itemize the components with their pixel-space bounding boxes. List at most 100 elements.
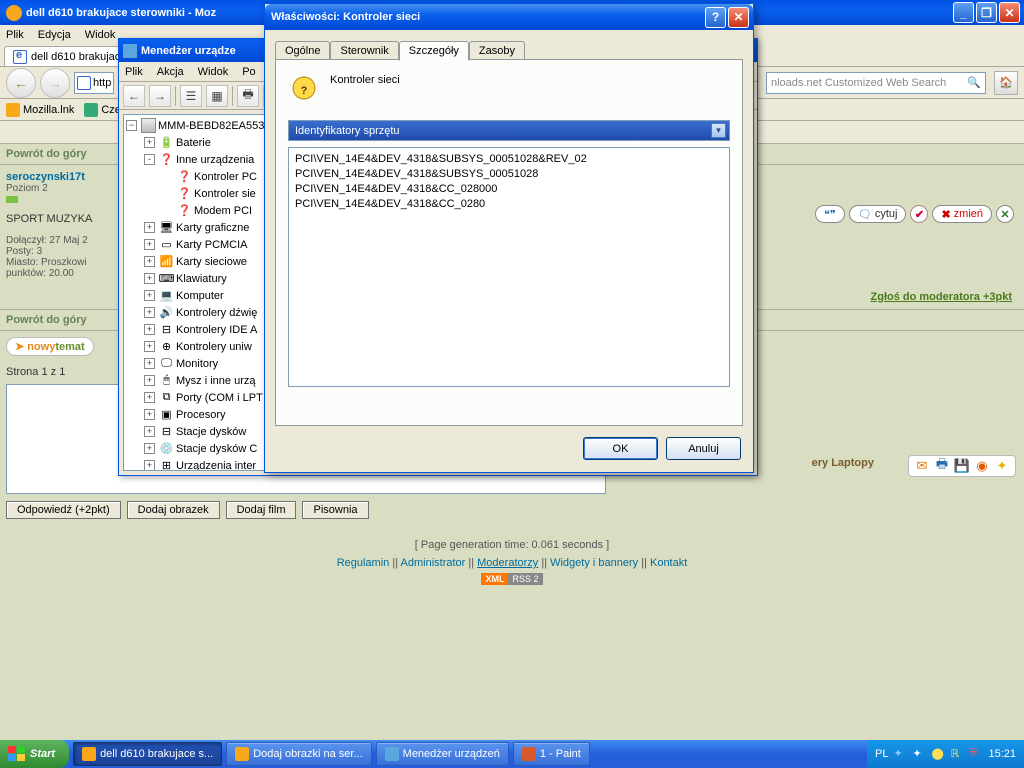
xml-badge[interactable]: XML [481, 573, 508, 585]
expander-icon[interactable]: + [144, 273, 155, 284]
expander-icon[interactable]: + [144, 460, 155, 471]
footer-link[interactable]: Kontakt [650, 557, 687, 569]
taskbar-item[interactable]: dell d610 brakujace s... [73, 742, 222, 766]
tray-icon[interactable]: ⬤ [931, 747, 945, 761]
lang-indicator[interactable]: PL [875, 748, 888, 760]
footer-link[interactable]: Widgety i bannery [550, 557, 638, 569]
dot-icon[interactable]: ◉ [973, 458, 991, 474]
windows-flag-icon [8, 746, 26, 762]
menu-file[interactable]: Plik [6, 29, 24, 41]
taskbar-item[interactable]: 1 - Paint [513, 742, 590, 766]
edit-button[interactable]: ✖zmień [932, 205, 992, 223]
menu-po[interactable]: Po [242, 66, 255, 78]
collapse-icon[interactable]: − [126, 120, 137, 131]
expander-icon[interactable]: + [144, 137, 155, 148]
url-bar[interactable]: http [74, 72, 114, 94]
tray-icon[interactable]: ℝ [950, 747, 964, 761]
menu-file[interactable]: Plik [125, 66, 143, 78]
expander-icon[interactable]: + [144, 239, 155, 250]
delete-button[interactable]: ✕ [996, 205, 1014, 223]
rss-badge[interactable]: RSS 2 [508, 573, 542, 585]
tab-row: Ogólne Sterownik Szczegóły Zasoby [275, 40, 525, 60]
maximize-button[interactable]: ❐ [976, 2, 997, 23]
search-icon[interactable]: 🔍 [967, 76, 981, 89]
expander-icon[interactable]: + [144, 290, 155, 301]
firefox-icon [235, 747, 249, 761]
footer-link[interactable]: Regulamin [337, 557, 390, 569]
property-dropdown[interactable]: Identyfikatory sprzętu ▾ [288, 120, 730, 141]
tray-icon[interactable]: ⛨ [969, 747, 983, 761]
browser-tab[interactable]: dell d610 brakujace [4, 46, 135, 66]
tb-fwd[interactable]: → [149, 85, 171, 107]
tray-icon[interactable]: ✦ [912, 747, 926, 761]
menu-action[interactable]: Akcja [157, 66, 184, 78]
expander-icon[interactable]: - [144, 154, 155, 165]
tree-label: Kontrolery IDE A [176, 324, 257, 336]
expander-icon[interactable]: + [144, 375, 155, 386]
print-icon[interactable]: 🖶 [933, 458, 951, 474]
tb-print[interactable]: 🖶 [237, 85, 259, 107]
tb-view[interactable]: ☰ [180, 85, 202, 107]
check-button[interactable]: ✔ [910, 205, 928, 223]
expander-icon[interactable]: + [144, 256, 155, 267]
username[interactable]: seroczynski17t [6, 171, 133, 183]
minimize-button[interactable]: _ [953, 2, 974, 23]
forward-button[interactable]: → [40, 68, 70, 98]
cancel-button[interactable]: Anuluj [666, 437, 741, 460]
mail-icon[interactable]: ✉ [913, 458, 931, 474]
submit-reply-button[interactable]: Odpowiedź (+2pkt) [6, 501, 121, 519]
breadcrumb[interactable]: ery Laptopy [812, 457, 874, 469]
new-topic-button[interactable]: ➤ nowytemat [6, 337, 94, 356]
taskbar-item[interactable]: Menedżer urządzeń [376, 742, 509, 766]
tab-driver[interactable]: Sterownik [330, 41, 398, 61]
menu-view[interactable]: Widok [85, 29, 116, 41]
menu-edit[interactable]: Edycja [38, 29, 71, 41]
save-icon[interactable]: 💾 [953, 458, 971, 474]
home-button[interactable]: 🏠 [994, 71, 1018, 95]
hwid: PCI\VEN_14E4&DEV_4318&SUBSYS_00051028&RE… [295, 152, 723, 167]
expander-icon[interactable]: + [144, 324, 155, 335]
tree-label: Komputer [176, 290, 224, 302]
expander-icon[interactable]: + [144, 358, 155, 369]
spellcheck-button[interactable]: Pisownia [302, 501, 368, 519]
footer-link[interactable]: Administrator [401, 557, 466, 569]
footer-link[interactable]: Moderatorzy [477, 557, 538, 569]
quotes-icon-button[interactable]: ❝❞ [815, 205, 845, 223]
back-button[interactable]: ← [6, 68, 36, 98]
tab-general[interactable]: Ogólne [275, 41, 330, 61]
expander-icon[interactable]: + [144, 392, 155, 403]
user-joined: Dołączył: 27 Maj 2 [6, 235, 133, 246]
search-bar[interactable]: nloads.net Customized Web Search 🔍 [766, 72, 986, 94]
expander-icon[interactable]: + [144, 426, 155, 437]
report-link[interactable]: Zgłoś do moderatora +3pkt [871, 291, 1013, 303]
clock[interactable]: 15:21 [988, 748, 1016, 760]
device-icon: ❓ [177, 186, 192, 201]
help-button[interactable]: ? [705, 7, 726, 28]
ok-button[interactable]: OK [583, 437, 658, 460]
start-button[interactable]: Start [0, 740, 69, 768]
expander-icon[interactable]: + [144, 307, 155, 318]
quote-button[interactable]: 🗨cytuj [849, 205, 907, 223]
bookmark-mozilla[interactable]: Mozilla.lnk [6, 103, 74, 117]
close-button[interactable]: ✕ [728, 7, 749, 28]
menu-view[interactable]: Widok [198, 66, 229, 78]
taskbar-item[interactable]: Dodaj obrazki na ser... [226, 742, 371, 766]
bookmark-cze[interactable]: Cze [84, 103, 121, 117]
tray-icon[interactable]: ✦ [893, 747, 907, 761]
hardware-ids-list[interactable]: PCI\VEN_14E4&DEV_4318&SUBSYS_00051028&RE… [288, 147, 730, 387]
add-video-button[interactable]: Dodaj film [226, 501, 297, 519]
forum-tools: ✉ 🖶 💾 ◉ ✦ [908, 455, 1016, 477]
arrow-icon: ➤ [15, 340, 24, 353]
tb-props[interactable]: ▦ [206, 85, 228, 107]
tb-back[interactable]: ← [123, 85, 145, 107]
tab-resources[interactable]: Zasoby [469, 41, 525, 61]
close-button[interactable]: ✕ [999, 2, 1020, 23]
star-icon[interactable]: ✦ [993, 458, 1011, 474]
expander-icon[interactable]: + [144, 341, 155, 352]
expander-icon[interactable]: + [144, 443, 155, 454]
add-image-button[interactable]: Dodaj obrazek [127, 501, 220, 519]
expander-icon[interactable]: + [144, 222, 155, 233]
tree-label: Karty PCMCIA [176, 239, 248, 251]
expander-icon[interactable]: + [144, 409, 155, 420]
tab-details[interactable]: Szczegóły [399, 41, 469, 61]
